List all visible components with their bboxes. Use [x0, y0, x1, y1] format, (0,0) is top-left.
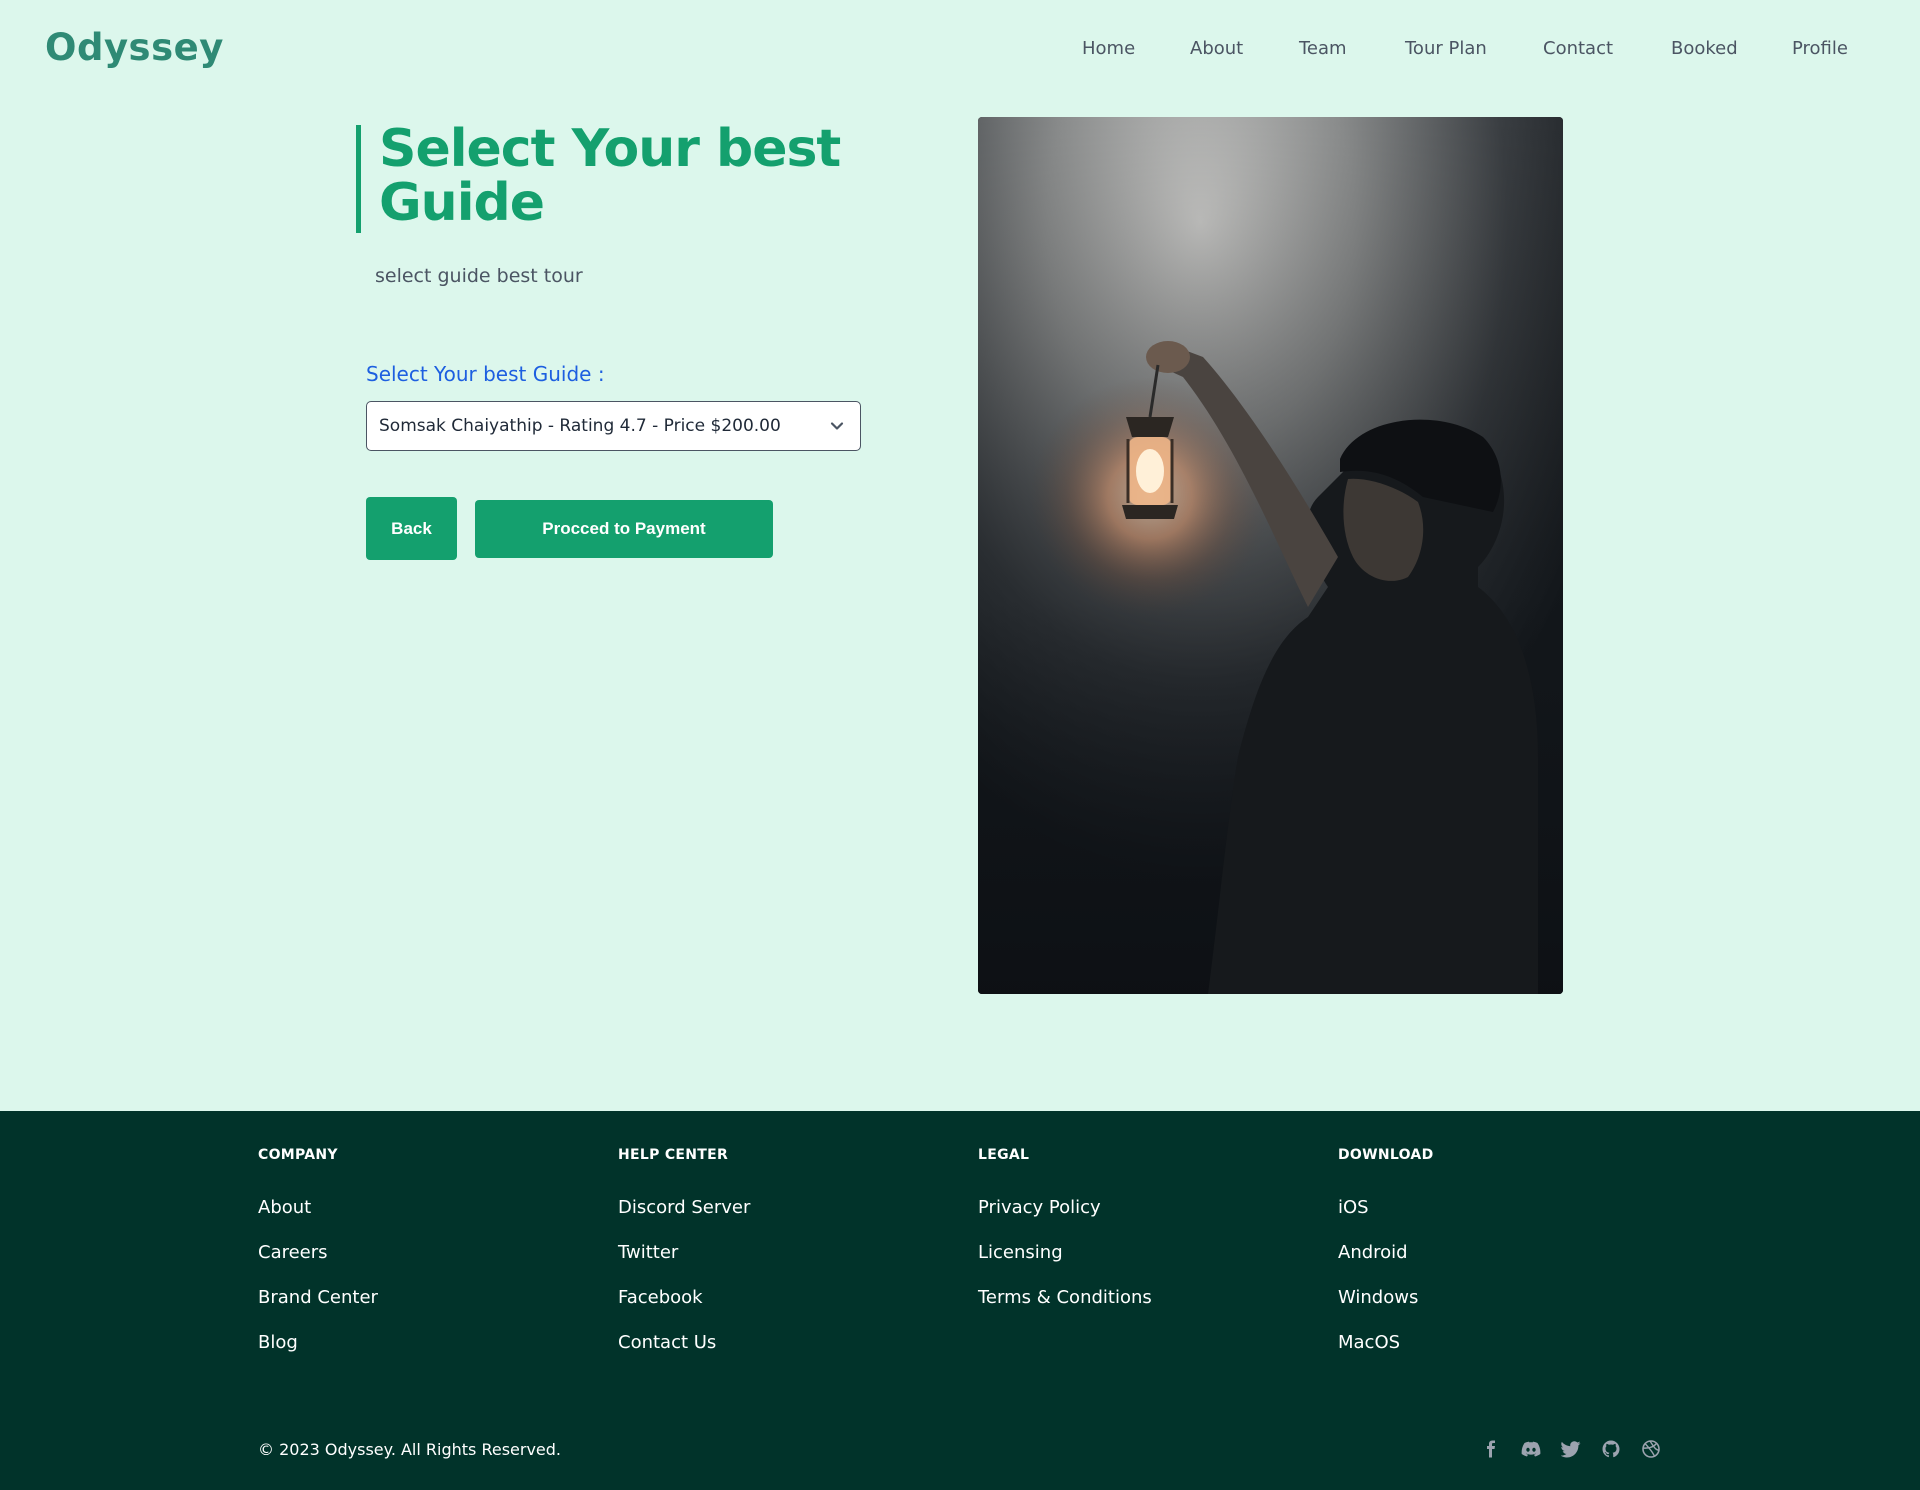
- site-header: Odyssey Home About Team Tour Plan Contac…: [0, 0, 1920, 100]
- footer-column-legal: LEGAL Privacy Policy Licensing Terms & C…: [978, 1147, 1298, 1332]
- chevron-down-icon: [830, 422, 844, 430]
- proceed-to-payment-button[interactable]: Procced to Payment: [475, 500, 773, 558]
- guide-select[interactable]: Somsak Chaiyathip - Rating 4.7 - Price $…: [366, 401, 861, 451]
- nav-profile[interactable]: Profile: [1792, 38, 1848, 59]
- footer-link-about[interactable]: About: [258, 1197, 578, 1242]
- footer-column-download: DOWNLOAD iOS Android Windows MacOS: [1338, 1147, 1658, 1377]
- page-subtitle: select guide best tour: [375, 265, 583, 287]
- footer-link-terms[interactable]: Terms & Conditions: [978, 1287, 1298, 1332]
- guide-photo: [978, 117, 1563, 994]
- guide-select-label: Select Your best Guide :: [366, 362, 605, 386]
- main-nav: Home About Team Tour Plan Contact Booked…: [0, 38, 1920, 68]
- title-accent-bar: [356, 125, 361, 233]
- twitter-icon[interactable]: [1560, 1438, 1582, 1460]
- footer-link-discord[interactable]: Discord Server: [618, 1197, 938, 1242]
- footer-link-facebook[interactable]: Facebook: [618, 1287, 938, 1332]
- nav-tour-plan[interactable]: Tour Plan: [1405, 38, 1487, 59]
- footer-heading: HELP CENTER: [618, 1147, 729, 1163]
- copyright: © 2023 Odyssey. All Rights Reserved.: [258, 1440, 562, 1459]
- footer-link-windows[interactable]: Windows: [1338, 1287, 1658, 1332]
- footer-link-blog[interactable]: Blog: [258, 1332, 578, 1377]
- nav-booked[interactable]: Booked: [1671, 38, 1738, 59]
- footer-heading: DOWNLOAD: [1338, 1147, 1434, 1163]
- footer-link-twitter[interactable]: Twitter: [618, 1242, 938, 1287]
- footer-link-privacy-policy[interactable]: Privacy Policy: [978, 1197, 1298, 1242]
- nav-about[interactable]: About: [1190, 38, 1243, 59]
- back-button[interactable]: Back: [366, 497, 457, 560]
- page-title: Select Your best Guide: [379, 119, 841, 233]
- facebook-icon[interactable]: [1480, 1438, 1502, 1460]
- github-icon[interactable]: [1600, 1438, 1622, 1460]
- footer-link-contact-us[interactable]: Contact Us: [618, 1332, 938, 1377]
- guide-select-value: Somsak Chaiyathip - Rating 4.7 - Price $…: [379, 416, 781, 436]
- footer-link-ios[interactable]: iOS: [1338, 1197, 1658, 1242]
- footer-link-brand-center[interactable]: Brand Center: [258, 1287, 578, 1332]
- dribbble-icon[interactable]: [1640, 1438, 1662, 1460]
- nav-home[interactable]: Home: [1082, 38, 1135, 59]
- footer-column-help-center: HELP CENTER Discord Server Twitter Faceb…: [618, 1147, 938, 1377]
- footer-link-careers[interactable]: Careers: [258, 1242, 578, 1287]
- site-footer: COMPANY About Careers Brand Center Blog …: [0, 1111, 1920, 1490]
- footer-link-licensing[interactable]: Licensing: [978, 1242, 1298, 1287]
- social-links: [1480, 1438, 1680, 1462]
- nav-contact[interactable]: Contact: [1543, 38, 1613, 59]
- footer-heading: LEGAL: [978, 1147, 1030, 1163]
- footer-link-android[interactable]: Android: [1338, 1242, 1658, 1287]
- footer-column-company: COMPANY About Careers Brand Center Blog: [258, 1147, 578, 1377]
- discord-icon[interactable]: [1520, 1438, 1542, 1460]
- footer-link-macos[interactable]: MacOS: [1338, 1332, 1658, 1377]
- nav-team[interactable]: Team: [1299, 38, 1347, 59]
- footer-heading: COMPANY: [258, 1147, 338, 1163]
